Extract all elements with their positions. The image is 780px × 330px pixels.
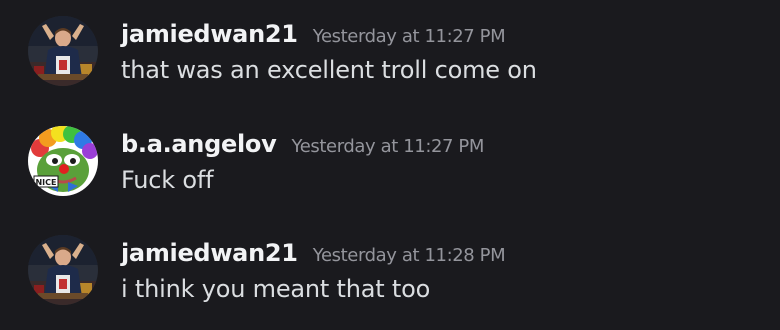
message-header: jamiedwan21 Yesterday at 11:28 PM: [121, 239, 506, 267]
chat-messages: jamiedwan21 Yesterday at 11:27 PM that w…: [0, 0, 780, 330]
message-item: NICE b.a.angelov Yesterday at 11:27 PM F…: [0, 110, 780, 210]
user-avatar[interactable]: [28, 235, 98, 305]
message-content: that was an excellent troll come on: [121, 56, 537, 84]
trophy-photo-avatar-icon: [28, 16, 98, 86]
message-header: b.a.angelov Yesterday at 11:27 PM: [121, 130, 484, 158]
message-content: Fuck off: [121, 166, 214, 194]
username[interactable]: jamiedwan21: [121, 20, 298, 48]
trophy-photo-avatar-icon: [28, 235, 98, 305]
timestamp: Yesterday at 11:27 PM: [312, 26, 506, 47]
user-avatar[interactable]: [28, 16, 98, 86]
message-content: i think you meant that too: [121, 275, 431, 303]
message-item: jamiedwan21 Yesterday at 11:28 PM i thin…: [0, 219, 780, 319]
timestamp: Yesterday at 11:27 PM: [291, 136, 485, 157]
avatar-badge: NICE: [35, 178, 56, 187]
clown-frog-avatar-icon: NICE: [28, 126, 98, 196]
message-header: jamiedwan21 Yesterday at 11:27 PM: [121, 20, 506, 48]
user-avatar[interactable]: NICE: [28, 126, 98, 196]
timestamp: Yesterday at 11:28 PM: [312, 245, 506, 266]
username[interactable]: b.a.angelov: [121, 130, 277, 158]
username[interactable]: jamiedwan21: [121, 239, 298, 267]
message-item: jamiedwan21 Yesterday at 11:27 PM that w…: [0, 0, 780, 100]
